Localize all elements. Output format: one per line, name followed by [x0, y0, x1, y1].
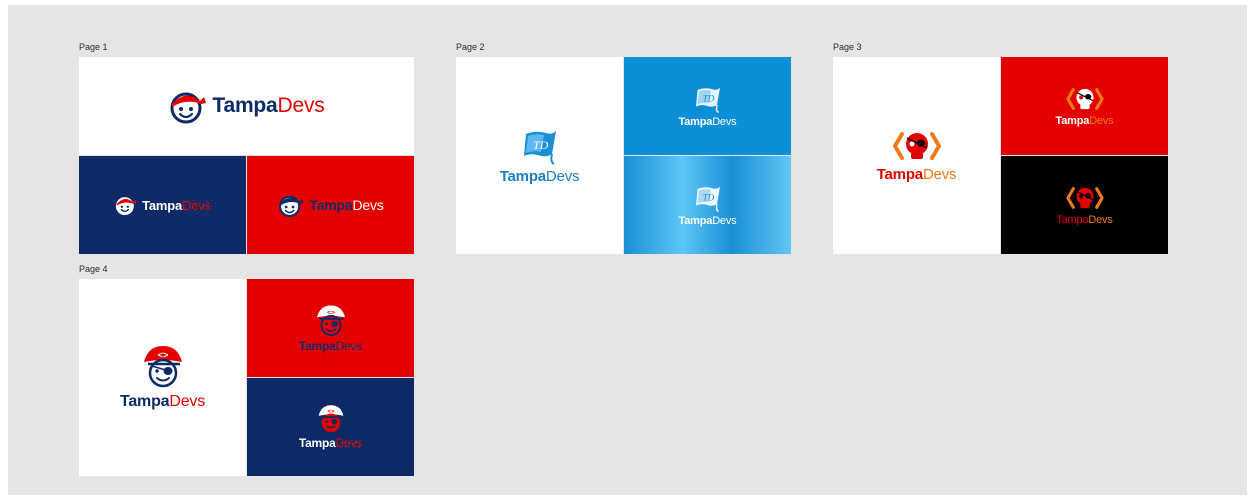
page-2-logo-gradient: TD TampaDevs	[624, 156, 791, 254]
pirate-skull-brackets-icon	[892, 132, 941, 160]
page-2-logo-blue: TD TampaDevs	[624, 57, 791, 155]
svg-text:TD: TD	[702, 93, 714, 103]
page-2-wordmark-blue: TampaDevs	[679, 116, 737, 128]
wordmark-tampa: Tampa	[309, 197, 353, 213]
page-4-logo-red: <> TampaDevs	[247, 279, 414, 377]
page-2-panel-white: TD TampaDevs	[456, 57, 623, 254]
wordmark-devs: Devs	[169, 393, 206, 410]
page-1-wordmark-navy: TampaDevs	[142, 198, 211, 213]
artboard-page-3[interactable]: TampaDevs TampaDevs TampaDevs	[833, 57, 1168, 254]
bandana-kid-mascot-icon	[279, 195, 304, 217]
page-1-panel-white: TampaDevs	[79, 57, 414, 155]
page-2-wordmark: TampaDevs	[500, 168, 580, 185]
page-1-panel-red: TampaDevs	[247, 156, 414, 254]
wordmark-devs: Devs	[352, 197, 384, 213]
page-2-label[interactable]: Page 2	[456, 42, 485, 52]
page-1-logo-red: TampaDevs	[247, 156, 414, 254]
page-4-panel-red: <> TampaDevs	[247, 279, 414, 377]
page-3-logo-red: TampaDevs	[1001, 57, 1168, 155]
wordmark-devs: Devs	[1089, 115, 1114, 127]
wordmark-devs: Devs	[545, 168, 580, 185]
pirate-kid-mascot-icon: <>	[316, 304, 345, 336]
wordmark-tampa: Tampa	[1055, 115, 1090, 127]
page-4-logo-primary: <> TampaDevs	[79, 279, 246, 476]
page-1-wordmark-red: TampaDevs	[309, 197, 383, 213]
flag-td-icon: TD	[523, 131, 556, 165]
flag-td-icon: TD	[695, 186, 720, 213]
page-3-panel-white: TampaDevs	[833, 57, 1000, 254]
page-1-label[interactable]: Page 1	[79, 42, 108, 52]
wordmark-tampa: Tampa	[1056, 214, 1089, 226]
page-1-logo-navy: TampaDevs	[79, 156, 246, 254]
svg-text:TD: TD	[702, 192, 714, 202]
page-1-panel-navy: TampaDevs	[79, 156, 246, 254]
wordmark-tampa: Tampa	[678, 116, 713, 128]
artboard-page-1[interactable]: TampaDevs TampaDevs TampaDevs	[79, 57, 414, 254]
wordmark-devs: Devs	[277, 94, 325, 117]
artboard-page-2[interactable]: TD TampaDevs TD TampaDevs TD TampaDevs	[456, 57, 791, 254]
page-1-logo-primary: TampaDevs	[79, 57, 414, 155]
wordmark-tampa: Tampa	[142, 197, 183, 213]
page-4-wordmark: TampaDevs	[120, 393, 205, 411]
page-3-wordmark-black: TampaDevs	[1056, 214, 1112, 226]
bandana-kid-mascot-icon	[115, 197, 137, 216]
pirate-skull-brackets-icon	[1065, 187, 1104, 209]
wordmark-devs: Devs	[1088, 214, 1113, 226]
bandana-kid-mascot-icon	[170, 92, 207, 124]
wordmark-tampa: Tampa	[298, 436, 336, 450]
page-3-panel-black: TampaDevs	[1001, 156, 1168, 254]
page-4-wordmark-navy: TampaDevs	[298, 436, 363, 450]
page-3-wordmark-red: TampaDevs	[1056, 115, 1114, 127]
page-2-panel-gradient: TD TampaDevs	[624, 156, 791, 254]
page-1-wordmark: TampaDevs	[212, 94, 324, 118]
wordmark-tampa: Tampa	[212, 94, 278, 117]
wordmark-devs: Devs	[335, 436, 363, 450]
page-3-panel-red: TampaDevs	[1001, 57, 1168, 155]
wordmark-devs: Devs	[182, 197, 211, 213]
design-canvas[interactable]: Page 1 TampaDevs TampaDevs TampaDevs Pag…	[8, 5, 1247, 495]
svg-text:TD: TD	[533, 138, 549, 152]
page-2-wordmark-gradient: TampaDevs	[679, 215, 737, 227]
wordmark-devs: Devs	[712, 116, 737, 128]
artboard-page-4[interactable]: <> TampaDevs <> TampaDevs <> TampaDevs	[79, 279, 414, 476]
pirate-kid-mascot-icon: <>	[318, 405, 343, 433]
page-3-logo-primary: TampaDevs	[833, 57, 1000, 254]
flag-td-icon: TD	[695, 87, 720, 114]
page-3-label[interactable]: Page 3	[833, 42, 862, 52]
page-2-panel-blue: TD TampaDevs	[624, 57, 791, 155]
wordmark-devs: Devs	[335, 338, 363, 353]
wordmark-tampa: Tampa	[876, 166, 923, 183]
page-3-wordmark: TampaDevs	[877, 166, 957, 183]
page-4-panel-navy: <> TampaDevs	[247, 378, 414, 476]
wordmark-devs: Devs	[712, 215, 737, 227]
page-4-wordmark-red: TampaDevs	[298, 338, 363, 353]
page-4-panel-white: <> TampaDevs	[79, 279, 246, 476]
page-2-logo-primary: TD TampaDevs	[456, 57, 623, 254]
pirate-kid-mascot-icon: <>	[143, 346, 182, 388]
pirate-skull-brackets-icon	[1065, 88, 1104, 110]
page-3-logo-black: TampaDevs	[1001, 156, 1168, 254]
wordmark-tampa: Tampa	[499, 168, 546, 185]
wordmark-tampa: Tampa	[678, 215, 713, 227]
wordmark-tampa: Tampa	[298, 338, 336, 353]
wordmark-devs: Devs	[922, 166, 957, 183]
page-4-logo-navy: <> TampaDevs	[247, 378, 414, 476]
page-4-label[interactable]: Page 4	[79, 264, 108, 274]
wordmark-tampa: Tampa	[119, 393, 170, 410]
